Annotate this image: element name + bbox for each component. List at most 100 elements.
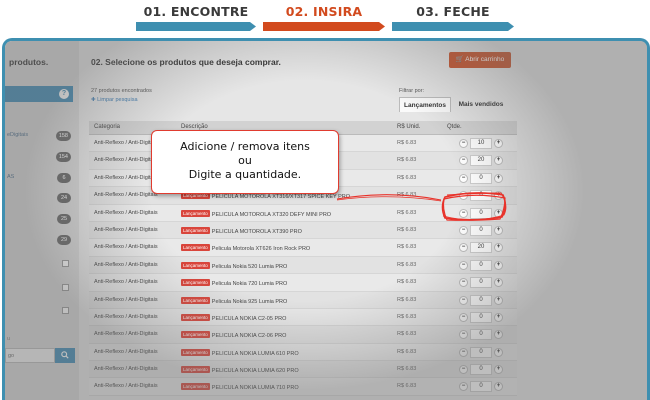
description-text: Pelicula Nokia 520 Lumia PRO [211,263,288,270]
category-cell: Anti-Reflexo / Anti-Digitais [94,366,158,373]
checkbox[interactable] [62,307,69,314]
quantity-input[interactable]: 0 [470,364,492,376]
results-count: 27 produtos encontrados [91,88,152,94]
table-row: Anti-Reflexo / Anti-Digitais Lançamento Pe… [89,274,517,292]
column-header[interactable]: R$ Unid. [397,124,420,130]
launch-tag: Lançamento [181,244,210,252]
increase-button[interactable]: + [494,260,503,270]
category-cell: Anti-Reflexo / Anti-Digitais [94,226,158,233]
sidebar-item-active[interactable]: ? [5,86,73,102]
decrease-button[interactable]: − [459,225,468,235]
sidebar-item[interactable]: 25 [5,212,73,226]
description-cell: Lançamento PELICULA NOKIA LUMIA 610 PRO [181,348,299,357]
decrease-button[interactable]: − [459,365,468,375]
quantity-input[interactable]: 20 [470,242,492,254]
quantity-stepper: −0 + [459,346,503,358]
category-cell: Anti-Reflexo / Anti-Digitais [94,157,158,164]
search-button[interactable] [55,348,75,363]
tab-mais-vendidos[interactable]: Mais vendidos [453,97,509,112]
cart-icon: 🛒 [455,56,464,63]
quantity-input[interactable]: 0 [470,224,492,236]
increase-button[interactable]: + [494,278,503,288]
sidebar-item[interactable]: 29 [5,233,73,247]
increase-button[interactable]: + [494,347,503,357]
decrease-button[interactable]: − [459,260,468,270]
price-cell: R$ 6.83 [397,244,417,251]
increase-button[interactable]: + [494,139,503,148]
search-input[interactable]: go [5,348,55,363]
column-header[interactable]: Qtde. [447,124,462,130]
launch-tag: Lançamento [181,226,210,234]
price-cell: R$ 6.83 [397,313,417,320]
table-row: Anti-Reflexo / Anti-Digitais Lançamento PE… [89,221,517,240]
increase-button[interactable]: + [494,330,503,340]
sidebar-checkbox-item[interactable] [5,257,73,271]
increase-button[interactable]: + [494,312,503,322]
decrease-button[interactable]: − [459,295,468,305]
quantity-input[interactable]: 10 [470,138,492,149]
decrease-button[interactable]: − [459,139,468,148]
description-text: PELICULA MOTOROLA XT320 DEFY MINI PRO [211,211,332,218]
launch-tag: Lançamento [181,261,210,269]
sidebar-item[interactable]: AS 6 [5,171,73,185]
column-header[interactable]: Categoria [94,124,120,130]
count-badge: 25 [57,214,71,224]
increase-button[interactable]: + [494,243,503,253]
decrease-button[interactable]: − [459,156,468,166]
tab-lancamentos[interactable]: Lançamentos [399,97,451,112]
category-cell: Anti-Reflexo / Anti-Digitais [94,313,158,320]
decrease-button[interactable]: − [459,347,468,357]
quantity-input[interactable]: 0 [470,277,492,289]
sidebar-checkbox-item[interactable] [5,304,73,318]
table-row: Anti-Reflexo / Anti-Digitais Lançamento PE… [89,343,517,362]
launch-tag: Lançamento [181,296,210,304]
decrease-button[interactable]: − [459,278,468,288]
clear-search-link[interactable]: ✚ Limpar pesquisa [91,97,138,103]
quantity-input[interactable]: 20 [470,155,492,167]
increase-button[interactable]: + [494,295,503,305]
sidebar-item[interactable]: eDigitais 158 [5,129,73,143]
decrease-button[interactable]: − [459,382,468,392]
increase-button[interactable]: + [494,365,503,375]
table-row: Anti-Reflexo / Anti-Digitais Lançamento Pe… [89,256,517,275]
checkbox[interactable] [62,260,69,267]
decrease-button[interactable]: − [459,243,468,253]
increase-button[interactable]: + [494,225,503,235]
quantity-input[interactable]: 0 [470,346,492,358]
decrease-button[interactable]: − [459,330,468,340]
quantity-input[interactable]: 0 [470,381,492,393]
increase-button[interactable]: + [494,173,503,183]
description-text: Pelicula Nokia 720 Lumia PRO [211,281,288,288]
launch-tag: Lançamento [181,348,210,356]
table-row: Anti-Reflexo / Anti-Digitais Lançamento PE… [89,326,517,344]
count-badge: 24 [57,193,71,203]
quantity-input[interactable]: 0 [470,259,492,271]
increase-button[interactable]: + [494,382,503,392]
decrease-button[interactable]: − [459,173,468,183]
description-cell: Lançamento Pelicula Nokia 720 Lumia PRO [181,279,287,287]
category-cell: Anti-Reflexo / Anti-Digitais [94,261,158,268]
category-cell: Anti-Reflexo / Anti-Digitais [94,140,158,146]
launch-tag: Lançamento [181,209,210,217]
description-text: PELICULA MOTOROLA XT390 PRO [211,228,302,235]
quantity-input[interactable]: 0 [470,294,492,306]
quantity-stepper: −0 + [459,381,503,393]
open-cart-button[interactable]: 🛒 Abrir carrinho [449,52,511,68]
decrease-button[interactable]: − [459,312,468,322]
quantity-input[interactable]: 0 [470,172,492,184]
description-text: Pelicula Nokia 925 Lumia PRO [211,298,288,305]
sidebar-checkbox-item[interactable] [5,281,73,295]
quantity-input[interactable]: 0 [470,311,492,323]
sidebar-footer-text: u [7,336,11,342]
description-text: PELICULA NOKIA LUMIA 610 PRO [211,350,299,357]
step-arrow [263,22,385,31]
category-cell: Anti-Reflexo / Anti-Digitais [94,296,158,303]
callout-pointer [336,194,442,202]
sidebar-item[interactable]: 154 [5,150,73,164]
increase-button[interactable]: + [494,156,503,166]
quantity-input[interactable]: 0 [470,329,492,341]
checkbox[interactable] [62,284,69,291]
category-cell: Anti-Reflexo / Anti-Digitais [94,192,158,199]
category-cell: Anti-Reflexo / Anti-Digitais [94,348,158,355]
sidebar-item[interactable]: 24 [5,191,73,205]
